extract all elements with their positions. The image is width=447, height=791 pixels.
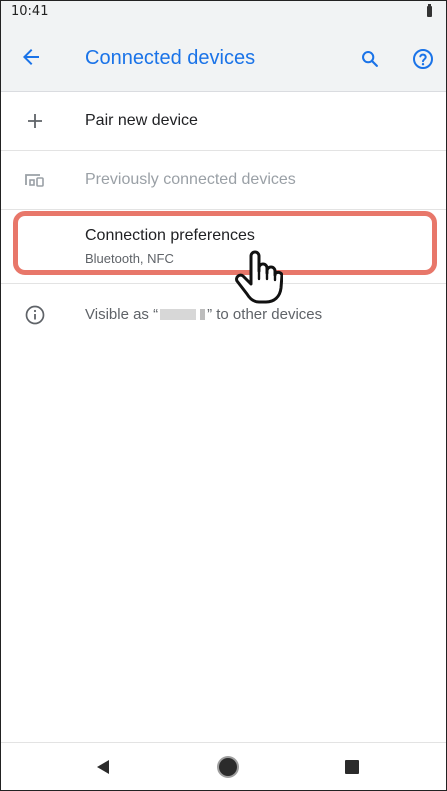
connection-preferences-label: Connection preferences bbox=[85, 227, 255, 244]
pair-new-device-item[interactable]: Pair new device bbox=[1, 92, 446, 150]
redacted-name bbox=[200, 309, 206, 320]
help-icon[interactable] bbox=[411, 47, 435, 71]
devices-icon bbox=[23, 168, 47, 192]
pair-new-device-label: Pair new device bbox=[85, 112, 198, 129]
app-bar: Connected devices bbox=[1, 23, 446, 92]
nav-recents-icon[interactable] bbox=[345, 760, 359, 774]
plus-icon bbox=[23, 109, 47, 133]
visible-as-item: Visible as “ ” to other devices bbox=[1, 284, 446, 342]
previously-connected-devices-item[interactable]: Previously connected devices bbox=[1, 151, 446, 209]
battery-icon bbox=[427, 4, 432, 17]
visible-as-text: Visible as “ ” to other devices bbox=[85, 306, 322, 323]
previously-connected-devices-label: Previously connected devices bbox=[85, 171, 296, 188]
connection-preferences-summary: Bluetooth, NFC bbox=[85, 251, 174, 266]
page-title: Connected devices bbox=[85, 47, 256, 69]
navigation-bar bbox=[1, 742, 446, 790]
status-bar: 10:41 bbox=[1, 1, 446, 23]
phone-screen: 10:41 Connected devices Pair new device … bbox=[0, 0, 447, 791]
info-icon bbox=[23, 303, 47, 327]
redacted-name bbox=[160, 309, 197, 320]
visible-as-suffix: ” to other devices bbox=[207, 306, 323, 323]
arrow-back-icon[interactable] bbox=[19, 45, 43, 69]
visible-as-prefix: Visible as “ bbox=[85, 306, 159, 323]
status-time: 10:41 bbox=[11, 4, 49, 19]
nav-back-icon[interactable] bbox=[97, 760, 109, 774]
search-icon[interactable] bbox=[359, 48, 381, 70]
nav-home-icon[interactable] bbox=[219, 758, 237, 776]
connection-preferences-item[interactable]: Connection preferences Bluetooth, NFC bbox=[1, 210, 446, 276]
